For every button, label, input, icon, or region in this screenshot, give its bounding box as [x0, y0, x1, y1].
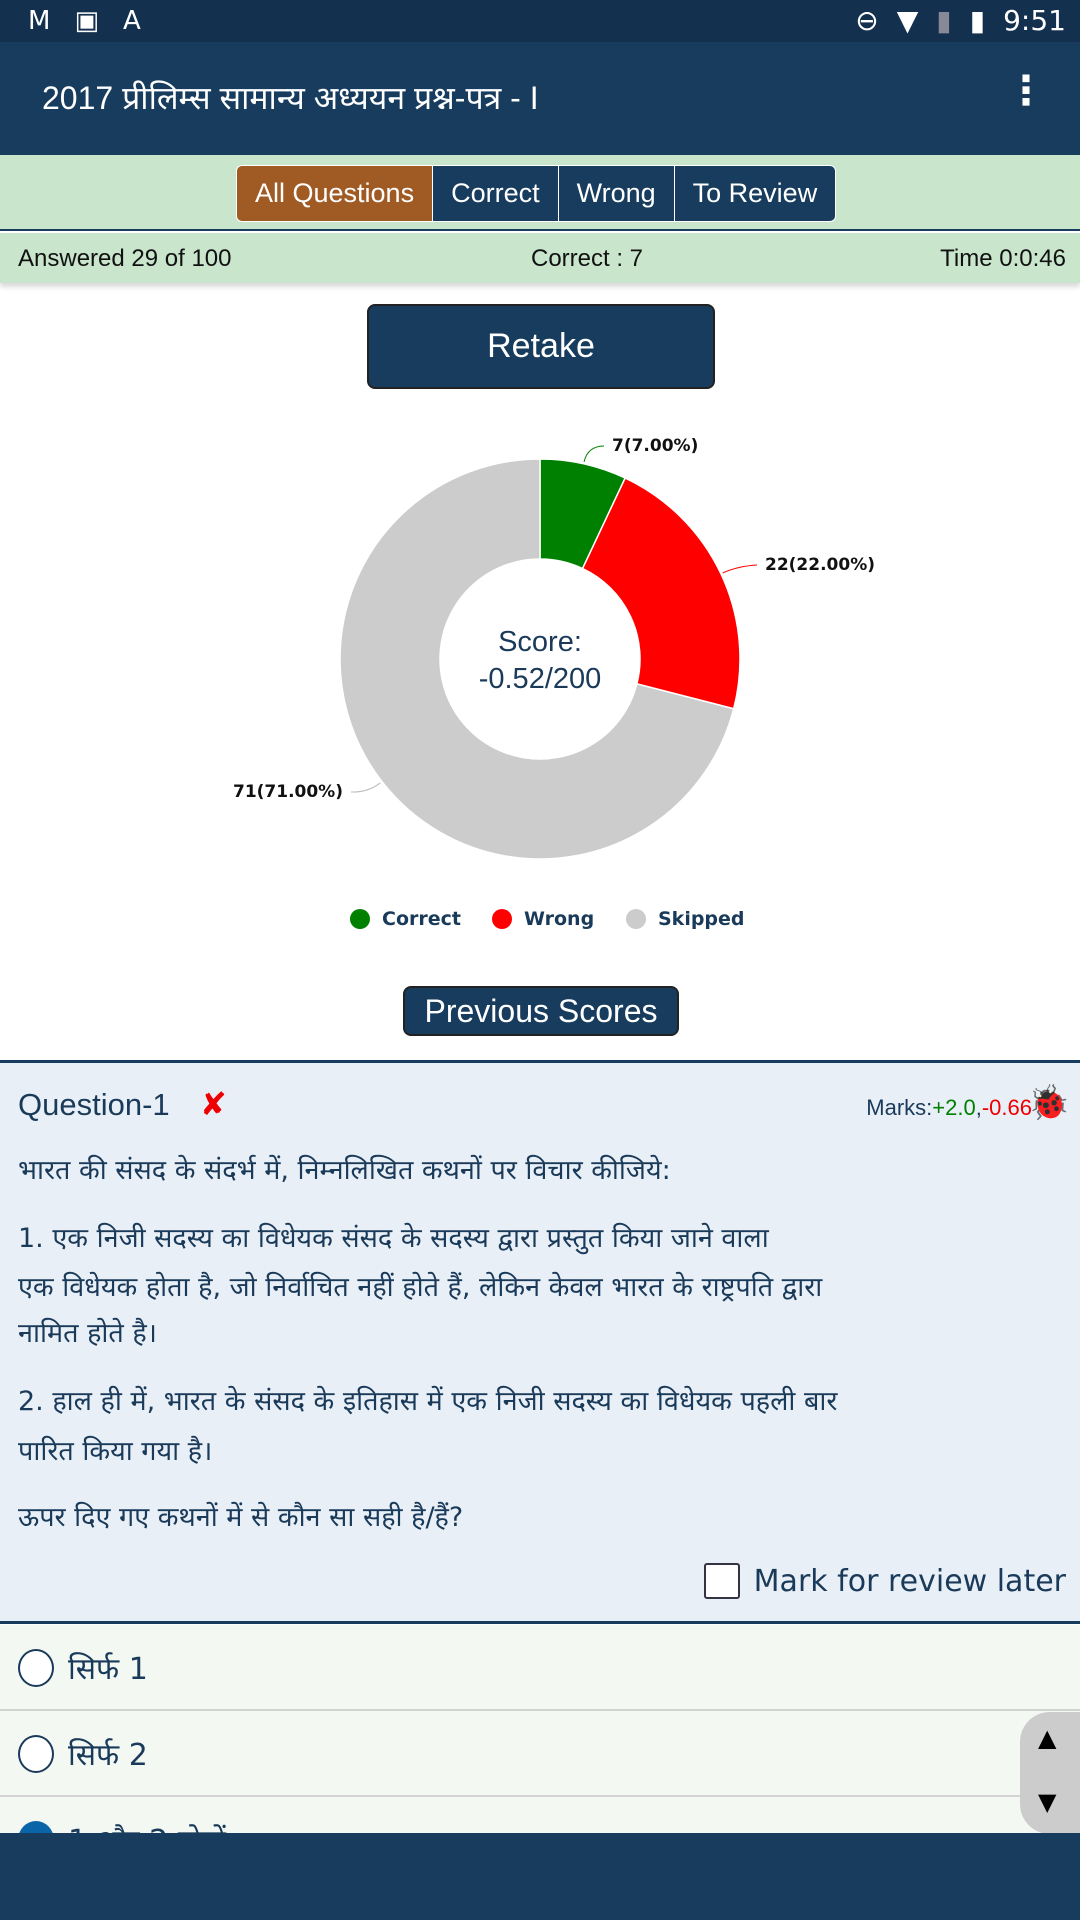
legend-dot [350, 909, 370, 929]
question-text: एक विधेयक होता है, जो निर्वाचित नहीं होत… [18, 1272, 823, 1303]
marks: Marks:+2.0,-0.66 [866, 1095, 1032, 1120]
filter-bar: All Questions Correct Wrong To Review [0, 155, 1080, 231]
score-donut-chart: 7(7.00%) 22(22.00%) 71(71.00%) Score: -0.52/… [233, 436, 875, 860]
question-text: ऊपर दिए गए कथनों में से कौन सा सही है/है… [18, 1502, 464, 1533]
label-leader-line [722, 564, 758, 574]
legend-skipped[interactable]: Skipped [626, 908, 745, 930]
data-label: 22(22.00%) [765, 555, 875, 575]
label-leader-line [350, 782, 381, 793]
answered-count: Answered 29 of 100 [18, 245, 232, 272]
gmail-icon: M [28, 6, 51, 36]
question-text: 2. हाल ही में, भारत के संसद के इतिहास मे… [18, 1386, 838, 1417]
score-label: Score: [498, 626, 582, 658]
option-2[interactable]: सिर्फ 2 [0, 1711, 1080, 1797]
clock: 9:51 [1003, 4, 1066, 37]
mark-for-review[interactable]: Mark for review later [703, 1563, 1066, 1599]
scroll-down-icon[interactable]: ▼ [1038, 1788, 1056, 1816]
review-checkbox[interactable] [703, 1563, 740, 1599]
status-bar: M ▣ A ⊖ ▼ ▮ ▮ 9:51 [0, 0, 1080, 42]
correct-count: Correct : 7 [531, 245, 644, 272]
legend-wrong[interactable]: Wrong [492, 908, 594, 930]
app-bar: 2017 प्रीलिम्स सामान्य अध्ययन प्रश्न-पत्… [0, 42, 1080, 155]
elapsed-time: Time 0:0:46 [940, 245, 1066, 272]
tab-all-questions[interactable]: All Questions [237, 166, 433, 221]
radio-button[interactable] [18, 1735, 54, 1773]
no-sim-icon: ▮ [936, 4, 952, 37]
bottom-bar [0, 1833, 1080, 1920]
question-title: Question-1 [18, 1087, 170, 1122]
page-title: 2017 प्रीलिम्स सामान्य अध्ययन प्रश्न-पत्… [42, 80, 539, 116]
legend-dot [492, 909, 512, 929]
more-menu-icon[interactable]: ⋮ [1006, 68, 1046, 114]
retake-button[interactable]: Retake [367, 304, 715, 389]
wrong-mark-icon: ✘ [200, 1085, 227, 1123]
wifi-icon: ▼ [896, 4, 919, 37]
question-text: 1. एक निजी सदस्य का विधेयक संसद के सदस्य… [18, 1223, 769, 1254]
tab-wrong[interactable]: Wrong [557, 166, 674, 221]
gallery-icon: ▣ [74, 6, 100, 36]
tab-to-review[interactable]: To Review [673, 166, 836, 221]
question-text: भारत की संसद के संदर्भ में, निम्नलिखित क… [18, 1155, 671, 1186]
tab-correct[interactable]: Correct [432, 166, 558, 221]
dnd-icon: ⊖ [855, 4, 879, 37]
radio-button[interactable] [18, 1649, 54, 1687]
scroll-up-icon[interactable]: ▲ [1038, 1724, 1056, 1752]
score-value: -0.52/200 [479, 663, 602, 695]
option-1[interactable]: सिर्फ 1 [0, 1625, 1080, 1711]
question-text: पारित किया गया है। [18, 1436, 213, 1467]
question-card: Question-1 ✘ Marks:+2.0,-0.66 🐞 भारत की … [0, 1060, 1080, 1624]
font-icon: A [123, 6, 141, 36]
legend-dot [626, 909, 646, 929]
label-leader-line [583, 445, 605, 462]
battery-charging-icon: ▮ [969, 4, 986, 37]
previous-scores-button[interactable]: Previous Scores [403, 986, 679, 1036]
data-label: 7(7.00%) [612, 436, 698, 456]
legend-correct[interactable]: Correct [350, 908, 461, 930]
question-text: नामित होते है। [18, 1318, 157, 1349]
scroll-control: ▲ ▼ [1020, 1712, 1080, 1834]
summary-bar: Answered 29 of 100 Correct : 7 Time 0:0:… [0, 233, 1080, 283]
report-bug-icon[interactable]: 🐞 [1028, 1083, 1070, 1123]
data-label: 71(71.00%) [233, 782, 343, 802]
